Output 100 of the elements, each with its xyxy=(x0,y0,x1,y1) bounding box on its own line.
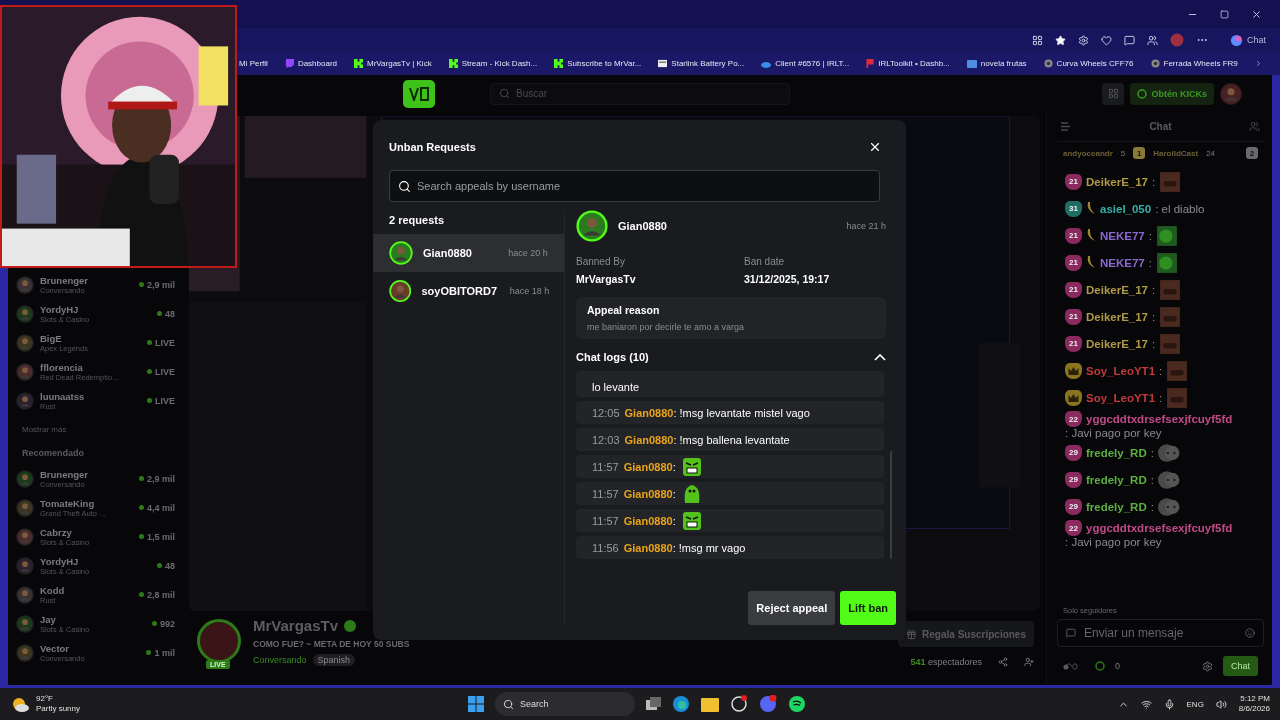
avatar-icon xyxy=(16,614,34,633)
copilot-icon xyxy=(1230,33,1243,47)
bookmark[interactable]: Subscribe to MrVar... xyxy=(554,59,642,68)
language-indicator[interactable]: ENG xyxy=(1186,699,1204,709)
browser-icon[interactable] xyxy=(672,695,690,713)
logo-icon[interactable] xyxy=(403,79,435,108)
chevron-right-icon[interactable] xyxy=(1254,58,1262,69)
chat-log-entry: 12:03 Gian0880: !msg ballena levantate xyxy=(576,428,884,451)
cloud-icon xyxy=(761,59,772,68)
spotify-icon[interactable] xyxy=(788,695,806,713)
reject-appeal-button[interactable]: Reject appeal xyxy=(748,591,836,625)
chat-log-entry: lo levante xyxy=(576,371,884,397)
chat-message: : xyxy=(1159,364,1163,377)
bookmark[interactable]: IRLToolkit • Dashb... xyxy=(866,59,950,68)
bookmark[interactable]: Client #6576 | IRLT... xyxy=(761,59,850,68)
banana-icon xyxy=(1086,256,1096,269)
lift-ban-button[interactable]: Lift ban xyxy=(840,591,896,625)
subscriber-badge: 21 xyxy=(1065,227,1082,244)
search-icon xyxy=(499,88,510,99)
discord-icon[interactable] xyxy=(759,695,777,713)
copilot-button[interactable]: Chat xyxy=(1230,33,1266,47)
kicks-button[interactable]: Obtén KICKs xyxy=(1130,82,1214,105)
bookmark[interactable]: novela frutas xyxy=(966,59,1027,68)
subscriber-badge: 21 xyxy=(1065,281,1082,298)
message-field[interactable]: Enviar un mensaje xyxy=(1057,619,1264,647)
viewer-count: LIVE xyxy=(147,337,175,348)
chat-logs-toggle[interactable]: Chat logs (10) xyxy=(576,351,886,363)
subscriber-badge: 21 xyxy=(1065,173,1082,190)
viewer-count: 4,4 mil xyxy=(139,502,175,513)
avatar-icon xyxy=(16,643,34,662)
chat-username: DeikerE_17 xyxy=(1086,310,1149,323)
chat-message: : xyxy=(1150,473,1154,486)
request-item[interactable]: Gian0880 hace 20 h xyxy=(373,234,564,272)
bookmark[interactable]: Curva Wheels CFF76 xyxy=(1043,59,1134,68)
avatar-icon xyxy=(16,362,34,381)
bookmark[interactable]: Starlink Battery Po... xyxy=(658,59,745,68)
coin-icon xyxy=(1137,88,1148,99)
gift-count: 5 xyxy=(1120,148,1126,158)
reader-icon[interactable] xyxy=(1032,34,1043,46)
microphone-icon[interactable] xyxy=(1163,698,1175,710)
bookmark[interactable]: Dashboard xyxy=(284,59,338,68)
chat-username: yggcddtxdrsefsexjfcuyf5fd xyxy=(1086,522,1233,534)
channel-name: Brunenger xyxy=(40,468,90,480)
field-value: 31/12/2025, 19:17 xyxy=(744,273,831,285)
weather-text: Partly sunny xyxy=(36,704,81,714)
face-emote-icon xyxy=(1159,278,1182,301)
chat-message: : xyxy=(1148,229,1152,242)
folder-icon[interactable] xyxy=(701,696,719,712)
gift-count: 24 xyxy=(1206,148,1216,158)
bookmark[interactable]: Stream - Kick Dash... xyxy=(448,59,538,68)
star-icon[interactable] xyxy=(1055,34,1066,46)
bookmark[interactable]: Mi Perfil xyxy=(239,59,268,68)
username: Gian0880 xyxy=(618,220,668,232)
heart-icon[interactable] xyxy=(1101,34,1112,46)
kick-icon xyxy=(354,59,364,68)
start-icon[interactable] xyxy=(468,696,484,712)
temperature: 92°F xyxy=(36,694,54,704)
category-link[interactable]: Conversando xyxy=(253,655,307,665)
maximize-icon[interactable] xyxy=(1220,9,1229,19)
grid-icon xyxy=(1108,88,1119,99)
settings-icon[interactable] xyxy=(1202,660,1213,672)
chat-message: : xyxy=(1152,310,1156,323)
chat-username: NEKE77 xyxy=(1100,256,1145,269)
chat-message: : xyxy=(1148,256,1152,269)
network-icon[interactable] xyxy=(1140,698,1152,710)
follow-icon[interactable] xyxy=(1024,657,1034,667)
language-tag[interactable]: Spanish xyxy=(312,654,356,666)
avatar-icon xyxy=(389,241,413,265)
requests-count: 2 requests xyxy=(388,214,446,228)
clock[interactable]: 5:12 PM 8/6/2026 xyxy=(1238,694,1270,714)
close-icon[interactable] xyxy=(868,140,882,154)
banana-icon xyxy=(1086,229,1096,242)
viewer-count: 992 xyxy=(151,618,175,629)
taskbar-search[interactable]: Search xyxy=(495,692,635,716)
weather-widget[interactable]: 92°F Partly sunny xyxy=(10,694,81,714)
appeal-reason-text: me baniaron por decirle te amo a varga xyxy=(587,322,746,332)
avatar-icon xyxy=(16,333,34,352)
subscriber-badge: 29 xyxy=(1065,498,1082,515)
section-title: Recomendado xyxy=(22,448,85,458)
share-icon[interactable] xyxy=(998,657,1008,667)
chat-username: NEKE77 xyxy=(1100,229,1145,242)
bookmark[interactable]: MrVargasTv | Kick xyxy=(354,59,432,68)
chat-message: : Javi pago por key xyxy=(1065,536,1162,548)
close-icon[interactable] xyxy=(1251,8,1262,20)
volume-icon[interactable] xyxy=(1215,698,1227,710)
crown-icon xyxy=(1068,366,1079,375)
app-icon[interactable] xyxy=(730,695,748,713)
extension-icon[interactable] xyxy=(1124,34,1135,46)
viewer-count: 1,5 mil xyxy=(139,531,175,542)
chat-username: DeikerE_17 xyxy=(1086,337,1149,350)
chat-username: fredely_RD xyxy=(1086,473,1147,486)
task-view-icon[interactable] xyxy=(646,697,661,711)
rank-badge: 1 xyxy=(1133,147,1146,159)
face-emote-icon xyxy=(1166,386,1189,409)
subscriber-badge: 21 xyxy=(1065,335,1082,352)
request-item[interactable]: soyOBITORD7 hace 18 h xyxy=(373,272,564,310)
send-button[interactable]: Chat xyxy=(1223,656,1258,676)
search-field[interactable]: Search appeals by username xyxy=(389,170,880,202)
collections-icon[interactable] xyxy=(1147,34,1158,46)
bookmark[interactable]: Ferrada Wheels FR9 xyxy=(1150,59,1238,68)
